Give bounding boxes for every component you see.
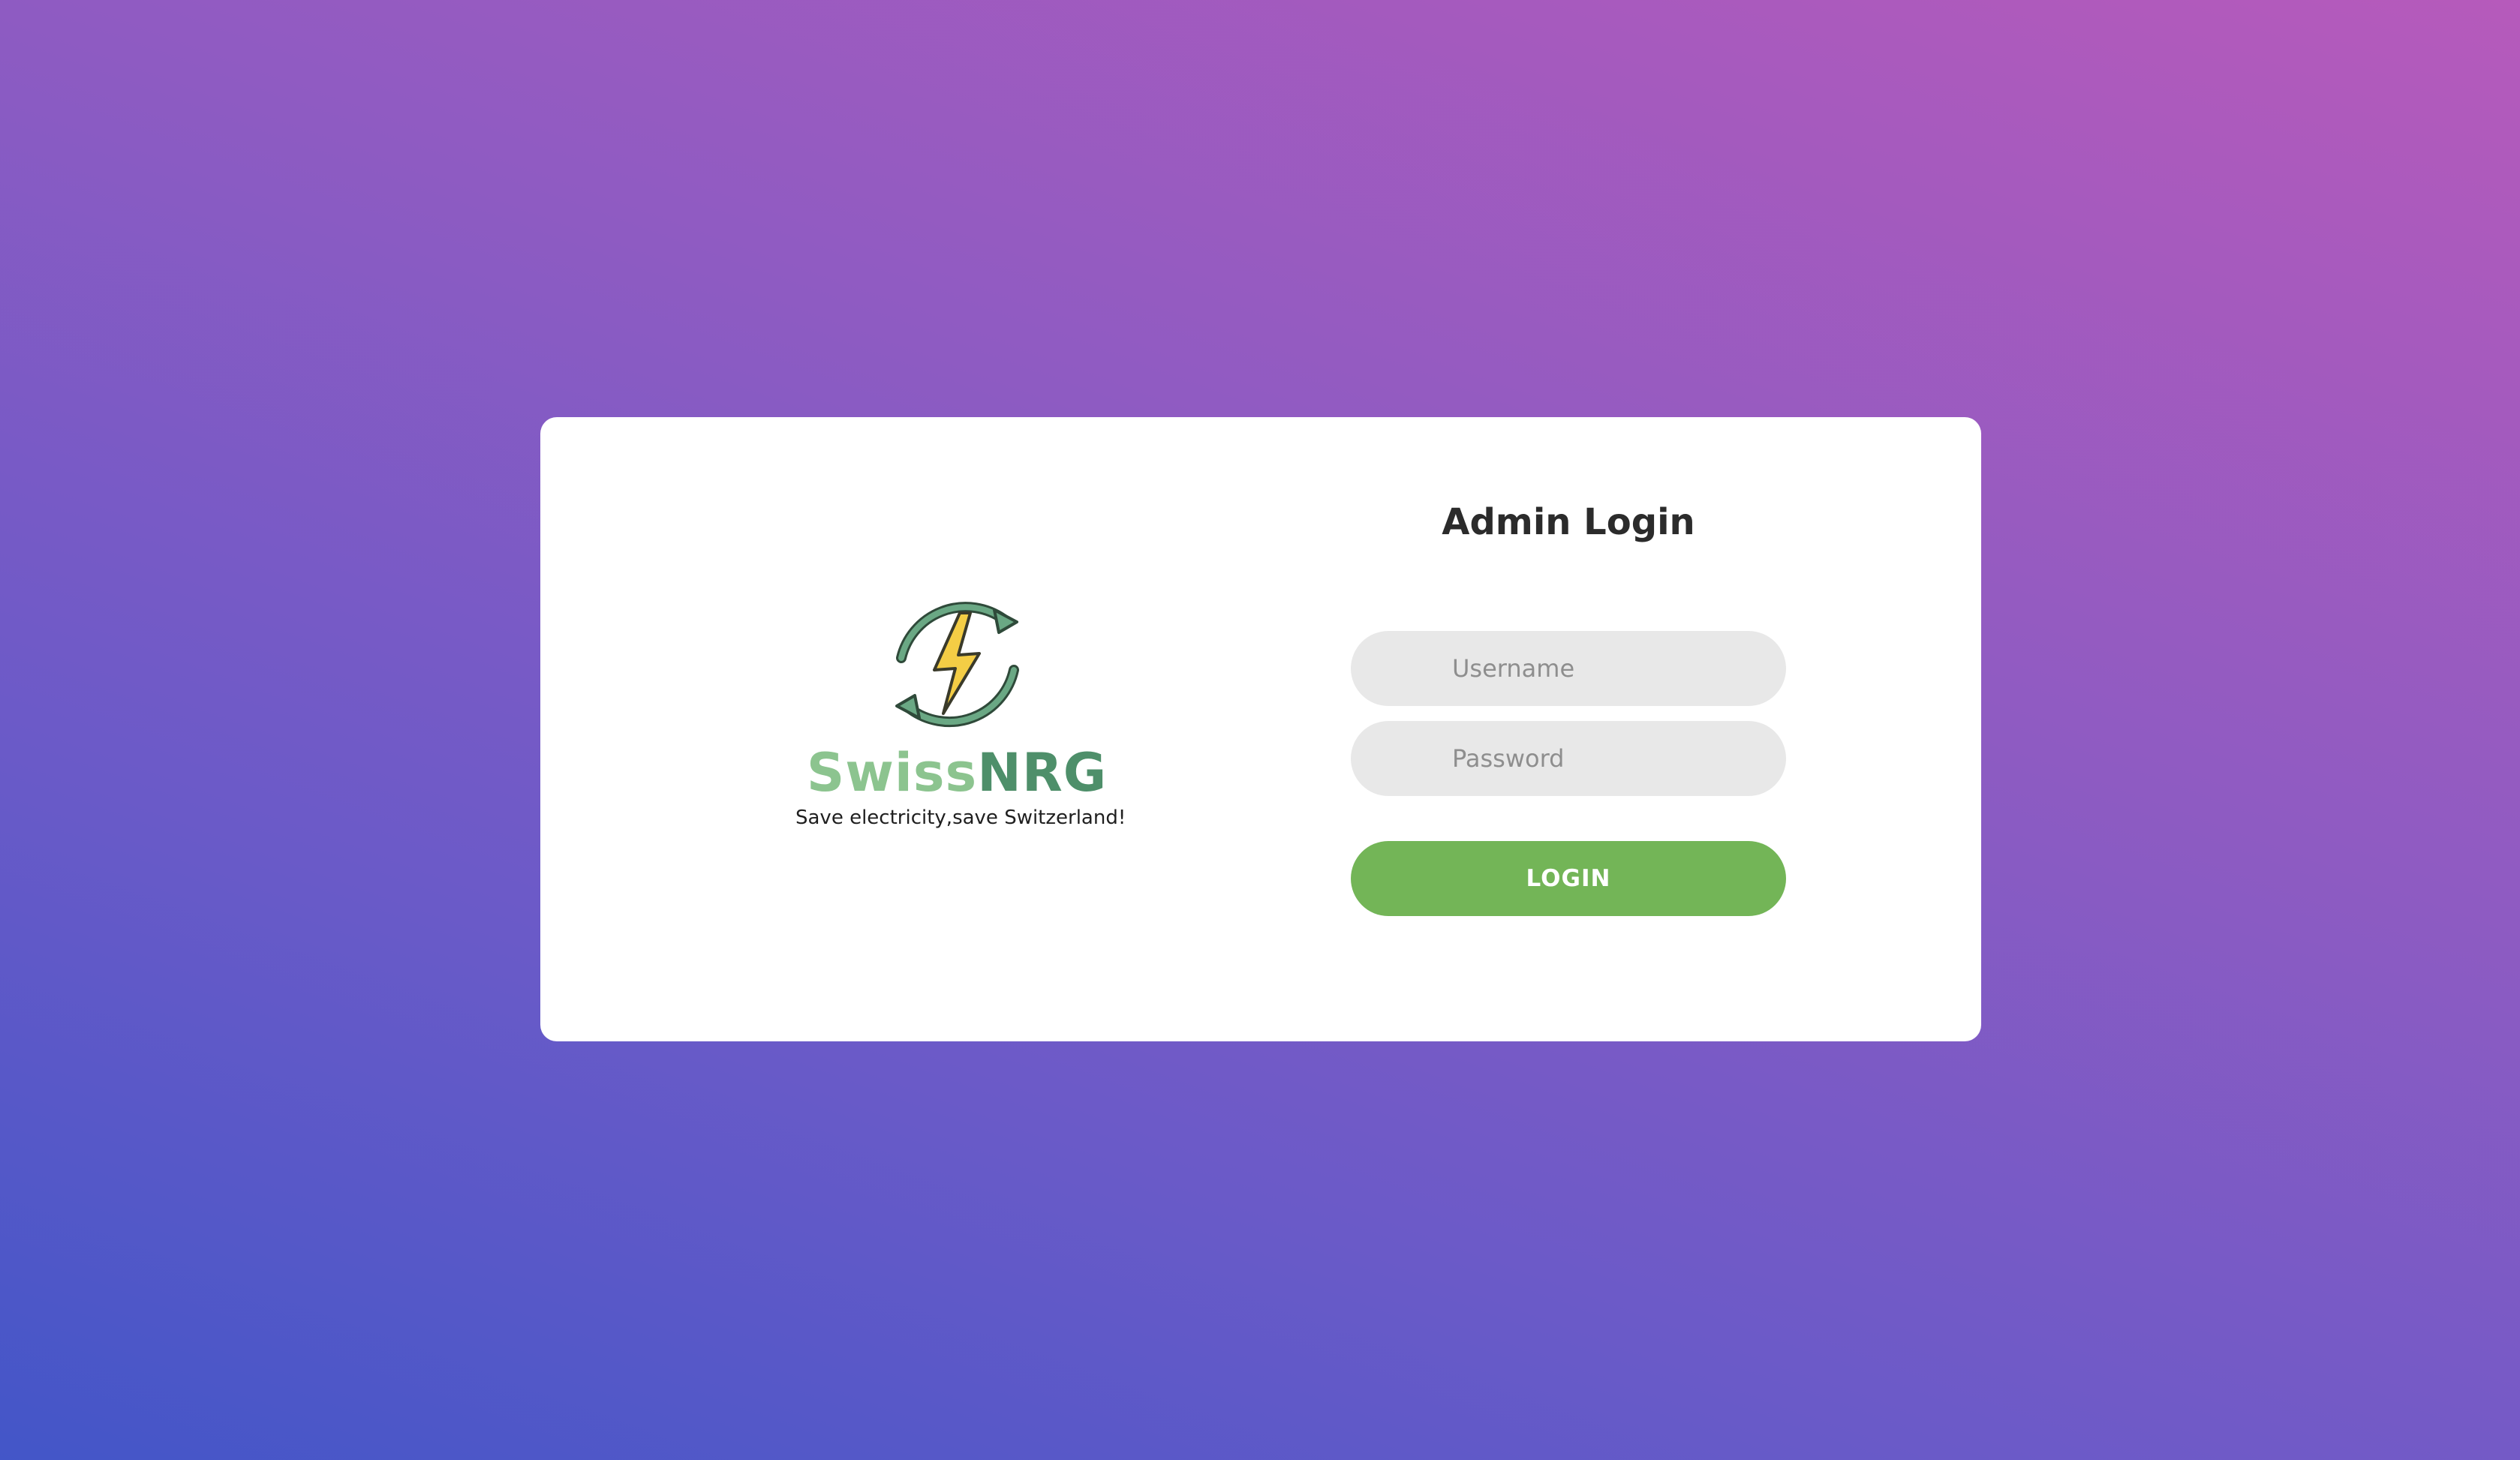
brand-tagline: Save electricity,save Switzerland!: [795, 807, 1126, 829]
brand-name: SwissNRG: [795, 744, 1118, 802]
username-input[interactable]: [1351, 631, 1786, 706]
brand-block: SwissNRG Save electricity,save Switzerla…: [795, 589, 1126, 829]
brand-name-nrg: NRG: [977, 742, 1108, 804]
lightning-recycle-icon: [895, 602, 1019, 728]
brand-name-swiss: Swiss: [806, 742, 978, 804]
page-title: Admin Login: [1442, 501, 1695, 543]
password-input[interactable]: [1351, 721, 1786, 796]
login-button[interactable]: LOGIN: [1351, 841, 1786, 916]
